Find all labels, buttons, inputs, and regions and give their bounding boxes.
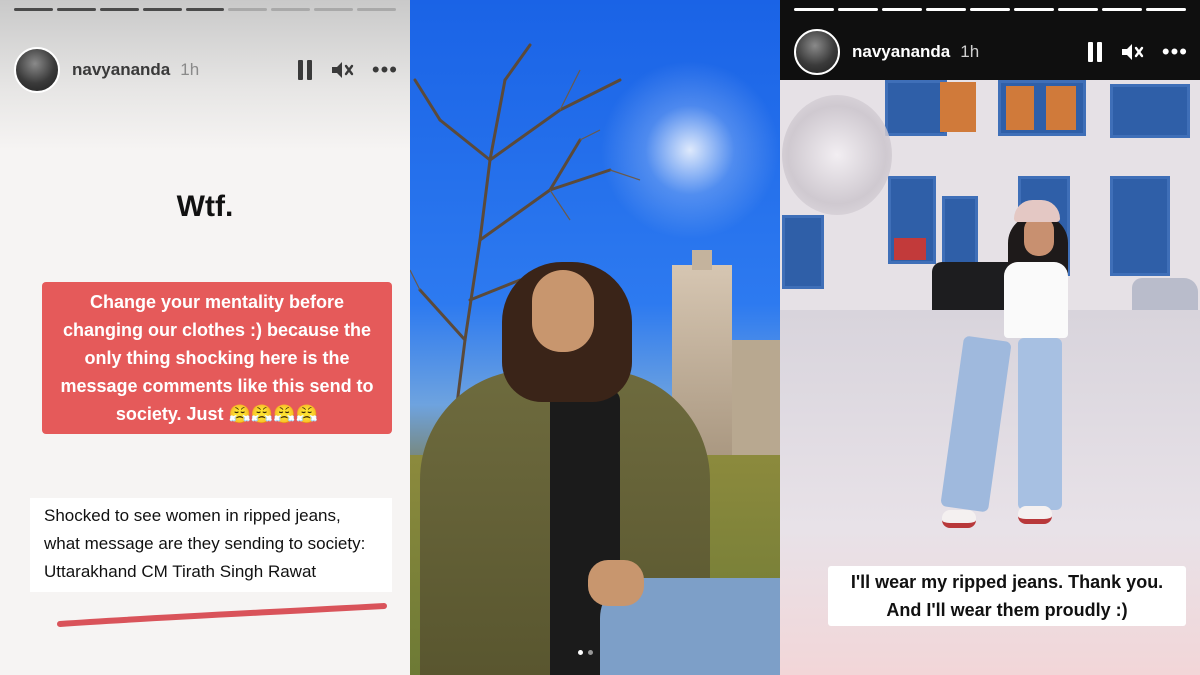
progress-segment [794, 8, 834, 11]
window [1110, 84, 1190, 138]
storefront-window [1110, 176, 1170, 276]
story-headline: Wtf. [176, 190, 234, 223]
progress-segment [185, 8, 225, 11]
window [885, 80, 947, 136]
pause-icon[interactable] [1087, 42, 1102, 62]
story-panel-photo[interactable] [410, 0, 780, 675]
avatar[interactable] [14, 47, 60, 93]
more-options-icon[interactable]: ••• [1162, 41, 1188, 63]
progress-segment [314, 8, 354, 11]
story-header: navyananda 1h ••• [14, 46, 398, 94]
caption-text: I'll wear my ripped jeans. Thank you. An… [850, 572, 1164, 620]
quoted-headline-card: Shocked to see women in ripped jeans, wh… [30, 498, 392, 592]
progress-segment [1146, 8, 1186, 11]
progress-segment [1014, 8, 1054, 11]
carousel-dot[interactable] [588, 650, 593, 655]
caption-sticker: I'll wear my ripped jeans. Thank you. An… [828, 566, 1186, 626]
building-spire [692, 250, 712, 270]
progress-segment [14, 8, 53, 11]
progress-segment [882, 8, 922, 11]
progress-segment [357, 8, 397, 11]
building [732, 340, 780, 460]
hand [588, 560, 644, 606]
story-panel-right[interactable]: navyananda 1h ••• I'll wear my ripped je… [780, 0, 1200, 675]
progress-segment [56, 8, 96, 11]
quoted-headline-text: Shocked to see women in ripped jeans, wh… [44, 506, 366, 581]
post-time: 1h [180, 60, 200, 79]
person-face [532, 270, 594, 352]
cap [1014, 200, 1060, 222]
avatar[interactable] [794, 29, 840, 75]
progress-segment [99, 8, 139, 11]
progress-segment [838, 8, 878, 11]
progress-segment [1102, 8, 1142, 11]
story-progress-bar [14, 8, 397, 11]
progress-segment [142, 8, 182, 11]
carousel-dot[interactable] [578, 650, 583, 655]
reply-sticker: Change your mentality before changing ou… [42, 282, 392, 434]
blossom-tree [782, 95, 892, 215]
progress-segment [271, 8, 311, 11]
volume-mute-icon[interactable] [330, 60, 354, 80]
progress-segment [1058, 8, 1098, 11]
window [1006, 86, 1034, 130]
progress-segment [926, 8, 966, 11]
progress-segment [970, 8, 1010, 11]
username[interactable]: navyananda [852, 42, 950, 62]
sneaker [1018, 506, 1052, 524]
more-options-icon[interactable]: ••• [372, 59, 398, 81]
sneaker [942, 510, 976, 528]
volume-mute-icon[interactable] [1120, 42, 1144, 62]
ripped-jeans-right-leg [1018, 338, 1062, 510]
woman-face [1024, 216, 1054, 256]
reply-text: Change your mentality before changing ou… [60, 292, 374, 424]
story-controls: ••• [1087, 41, 1188, 63]
pause-icon[interactable] [297, 60, 312, 80]
window [940, 82, 976, 132]
progress-segment [228, 8, 268, 11]
sale-sign [894, 238, 926, 260]
story-controls: ••• [297, 59, 398, 81]
white-top [1004, 262, 1068, 338]
username[interactable]: navyananda [72, 60, 170, 80]
carousel-indicator [578, 650, 593, 655]
story-progress-bar [794, 8, 1186, 11]
story-panel-left[interactable]: navyananda 1h ••• Wtf. Change your menta… [0, 0, 410, 675]
storefront-window [782, 215, 824, 289]
window [1046, 86, 1076, 130]
post-time: 1h [960, 42, 980, 61]
story-header: navyananda 1h ••• [794, 28, 1188, 76]
underline-brush-stroke [57, 603, 387, 627]
